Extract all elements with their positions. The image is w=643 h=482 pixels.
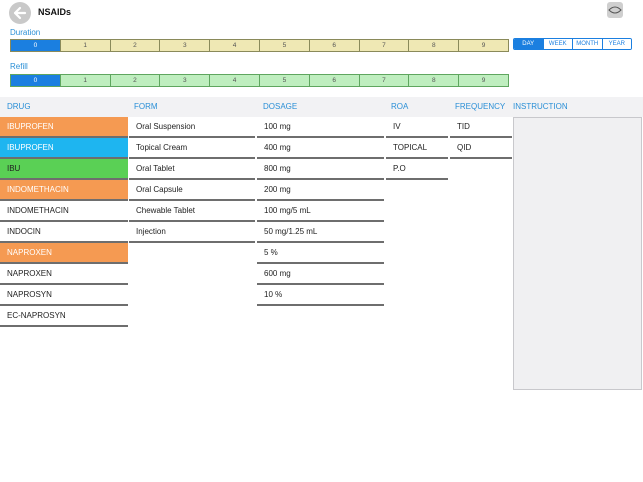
duration-option[interactable]: 3 xyxy=(160,40,211,51)
eye-icon xyxy=(608,6,622,14)
duration-unit-selector: DAY WEEK MONTH YEAR xyxy=(513,38,632,50)
drug-item[interactable]: NAPROSYN xyxy=(0,285,128,306)
form-item[interactable]: Topical Cream xyxy=(129,138,255,159)
duration-selector: 0123456789 xyxy=(10,39,509,52)
drug-item[interactable]: INDOMETHACIN xyxy=(0,201,128,222)
column-header-frequency: FREQUENCY xyxy=(455,102,506,111)
drug-item[interactable]: IBUPROFEN xyxy=(0,138,128,159)
refill-option[interactable]: 4 xyxy=(210,75,260,86)
duration-unit-option[interactable]: DAY xyxy=(514,39,544,49)
dosage-item[interactable]: 400 mg xyxy=(257,138,384,159)
frequency-item[interactable]: TID xyxy=(450,117,512,138)
refill-option[interactable]: 3 xyxy=(160,75,211,86)
duration-unit-option[interactable]: MONTH xyxy=(573,39,603,49)
duration-label: Duration xyxy=(10,28,41,37)
drug-item[interactable]: NAPROXEN xyxy=(0,243,128,264)
frequency-list: TID QID xyxy=(450,117,512,159)
roa-list: IV TOPICAL P.O xyxy=(386,117,448,180)
dosage-item[interactable]: 5 % xyxy=(257,243,384,264)
roa-item[interactable]: IV xyxy=(386,117,448,138)
refill-option[interactable]: 1 xyxy=(60,75,111,86)
duration-unit-option[interactable]: YEAR xyxy=(602,39,631,49)
duration-option[interactable]: 2 xyxy=(110,40,161,51)
refill-selector: 0123456789 xyxy=(10,74,509,87)
duration-option[interactable]: 5 xyxy=(259,40,310,51)
drug-list: IBUPROFEN IBUPROFEN IBU INDOMETHACIN INDOMET… xyxy=(0,117,128,327)
form-item[interactable]: Oral Suspension xyxy=(129,117,255,138)
eye-button[interactable] xyxy=(607,2,623,18)
refill-option[interactable]: 7 xyxy=(359,75,410,86)
duration-option[interactable]: 9 xyxy=(459,40,508,51)
dosage-item[interactable]: 200 mg xyxy=(257,180,384,201)
refill-option[interactable]: 5 xyxy=(259,75,310,86)
refill-option[interactable]: 2 xyxy=(110,75,161,86)
form-item[interactable]: Injection xyxy=(129,222,255,243)
dosage-list: 100 mg 400 mg 800 mg 200 mg 100 mg/5 mL 50 mg… xyxy=(257,117,384,306)
form-item[interactable]: Oral Tablet xyxy=(129,159,255,180)
drug-item[interactable]: IBUPROFEN xyxy=(0,117,128,138)
roa-item[interactable]: TOPICAL xyxy=(386,138,448,159)
duration-option[interactable]: 8 xyxy=(409,40,460,51)
roa-item[interactable]: P.O xyxy=(386,159,448,180)
duration-option[interactable]: 7 xyxy=(359,40,410,51)
top-bar: NSAIDs xyxy=(0,0,643,24)
dosage-item[interactable]: 800 mg xyxy=(257,159,384,180)
instruction-field[interactable] xyxy=(513,117,642,390)
duration-option[interactable]: 4 xyxy=(210,40,260,51)
dosage-item[interactable]: 600 mg xyxy=(257,264,384,285)
column-header-drug: DRUG xyxy=(7,102,31,111)
form-item[interactable]: Oral Capsule xyxy=(129,180,255,201)
refill-label: Refill xyxy=(10,62,28,71)
drug-item[interactable]: IBU xyxy=(0,159,128,180)
drug-item[interactable]: NAPROXEN xyxy=(0,264,128,285)
form-list: Oral Suspension Topical Cream Oral Tablet O… xyxy=(129,117,255,243)
column-header-instruction: INSTRUCTION xyxy=(513,102,568,111)
refill-option[interactable]: 9 xyxy=(459,75,508,86)
duration-option[interactable]: 0 xyxy=(11,40,61,51)
duration-option[interactable]: 6 xyxy=(309,40,360,51)
drug-item[interactable]: INDOMETHACIN xyxy=(0,180,128,201)
dosage-item[interactable]: 10 % xyxy=(257,285,384,306)
column-header-form: FORM xyxy=(134,102,158,111)
back-button[interactable] xyxy=(9,2,31,24)
column-header-roa: ROA xyxy=(391,102,409,111)
drug-item[interactable]: EC-NAPROSYN xyxy=(0,306,128,327)
duration-unit-option[interactable]: WEEK xyxy=(543,39,573,49)
dosage-item[interactable]: 50 mg/1.25 mL xyxy=(257,222,384,243)
refill-option[interactable]: 6 xyxy=(309,75,360,86)
column-header-dosage: DOSAGE xyxy=(263,102,298,111)
form-item[interactable]: Chewable Tablet xyxy=(129,201,255,222)
page-title: NSAIDs xyxy=(38,7,72,17)
arrow-left-icon xyxy=(13,6,27,20)
refill-option[interactable]: 8 xyxy=(409,75,460,86)
dosage-item[interactable]: 100 mg xyxy=(257,117,384,138)
refill-option[interactable]: 0 xyxy=(11,75,61,86)
duration-option[interactable]: 1 xyxy=(60,40,111,51)
drug-item[interactable]: INDOCIN xyxy=(0,222,128,243)
dosage-item[interactable]: 100 mg/5 mL xyxy=(257,201,384,222)
frequency-item[interactable]: QID xyxy=(450,138,512,159)
